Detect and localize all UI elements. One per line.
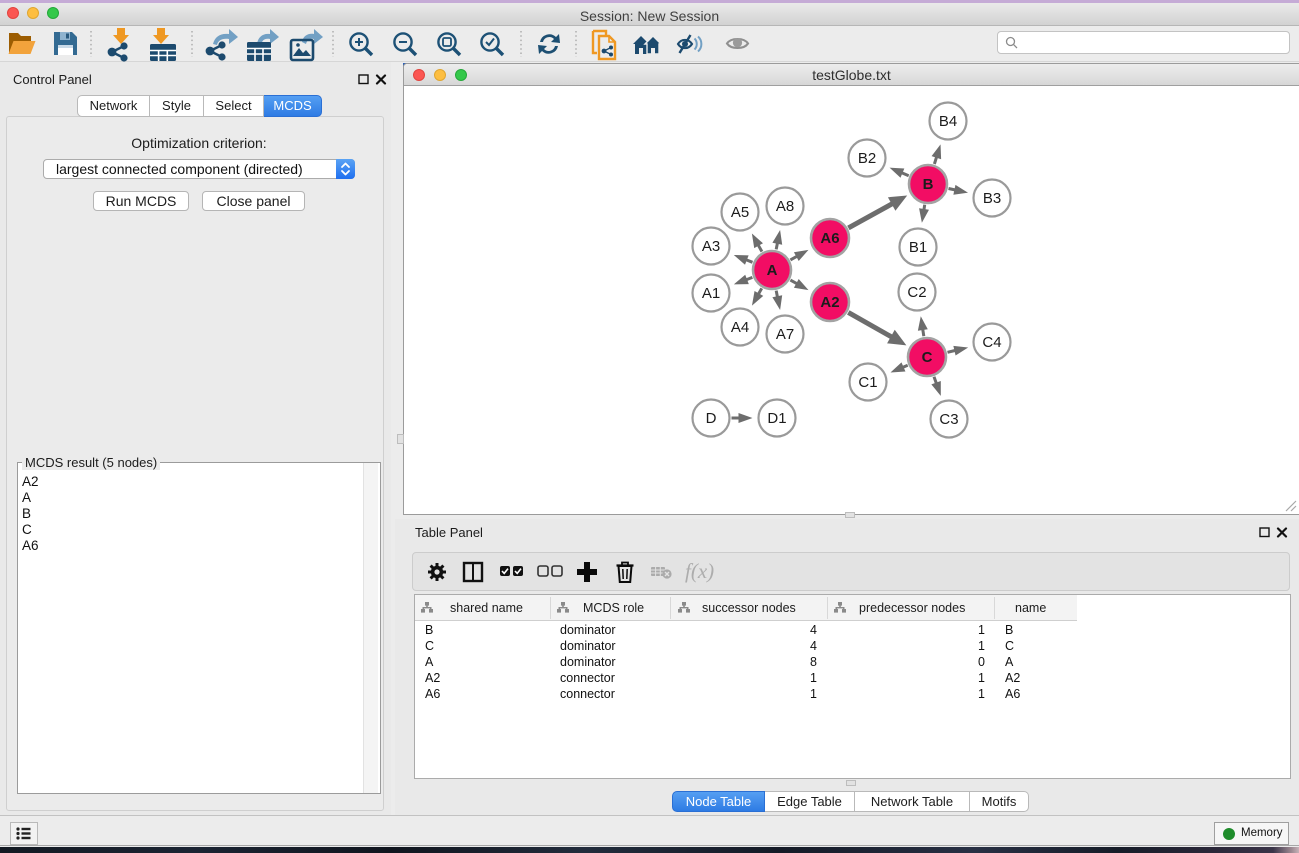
svg-text:A2: A2 [820,294,839,311]
svg-text:B4: B4 [939,113,957,130]
svg-text:C: C [922,349,933,366]
svg-text:f(x): f(x) [685,559,714,583]
svg-text:C4: C4 [982,334,1001,351]
svg-text:D: D [706,410,717,427]
svg-text:C2: C2 [907,284,926,301]
svg-text:B3: B3 [983,190,1001,207]
svg-text:B1: B1 [909,239,927,256]
svg-text:C1: C1 [858,374,877,391]
svg-text:B2: B2 [858,150,876,167]
svg-text:A1: A1 [702,285,720,302]
svg-text:A5: A5 [731,204,749,221]
svg-text:A7: A7 [776,326,794,343]
svg-text:C3: C3 [939,411,958,428]
svg-text:A3: A3 [702,238,720,255]
svg-text:B: B [923,176,934,193]
svg-text:D1: D1 [767,410,786,427]
svg-text:A4: A4 [731,319,749,336]
svg-text:A: A [767,262,778,279]
svg-text:A6: A6 [820,230,839,247]
svg-text:A8: A8 [776,198,794,215]
